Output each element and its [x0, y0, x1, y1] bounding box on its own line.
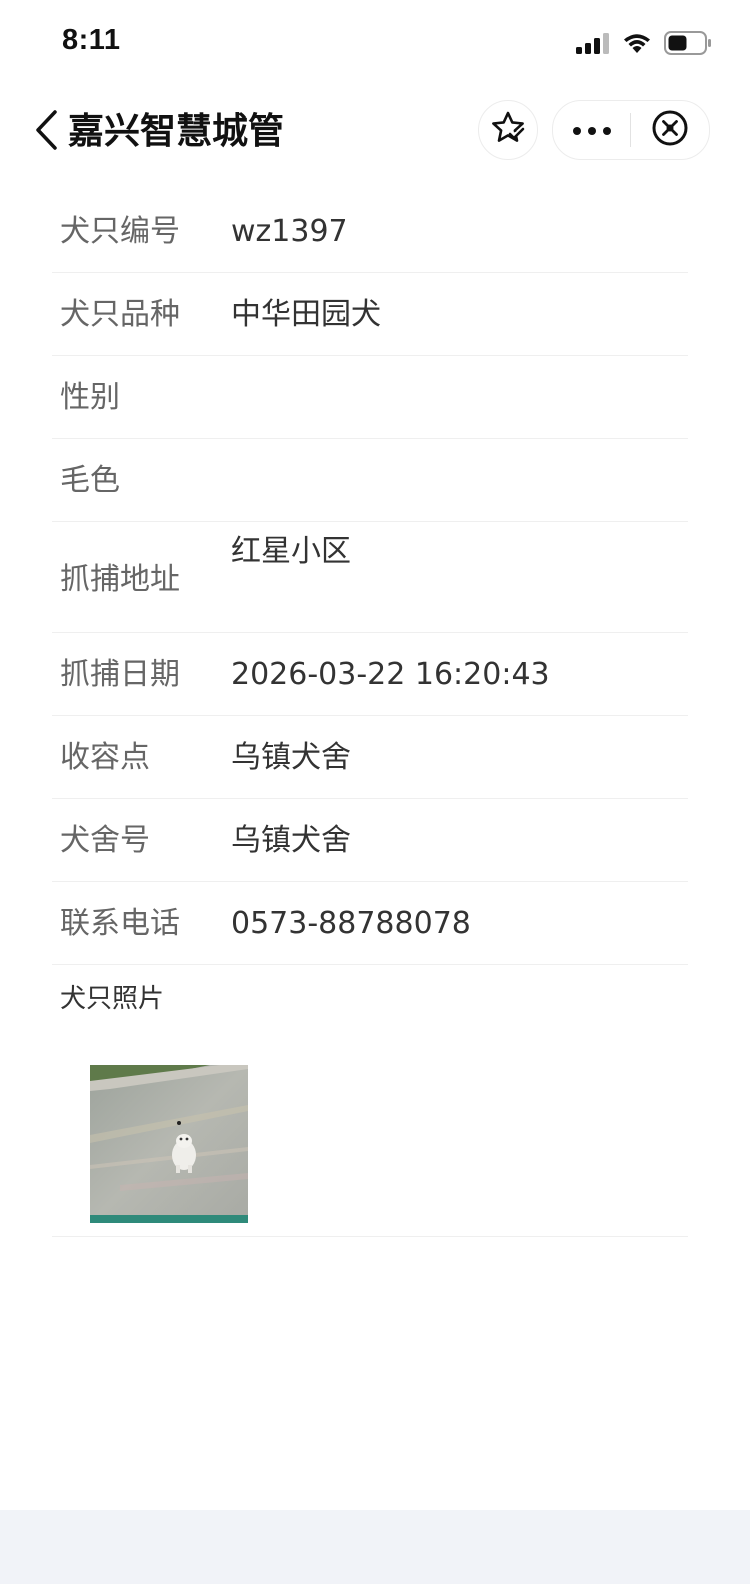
info-label: 犬只品种 — [60, 297, 180, 332]
info-row-kennel-no: 犬舍号 乌镇犬舍 — [52, 799, 688, 882]
mini-program-capsule — [552, 100, 710, 160]
more-button[interactable] — [553, 101, 630, 159]
photo-label: 犬只照片 — [60, 984, 165, 1014]
info-value: 红星小区 — [231, 534, 351, 569]
wifi-icon — [622, 32, 652, 58]
more-dots-icon — [572, 121, 612, 140]
info-label: 性别 — [60, 380, 120, 415]
info-row-shelter: 收容点 乌镇犬舍 — [52, 716, 688, 799]
chevron-left-icon — [33, 109, 59, 155]
favorite-button[interactable] — [478, 100, 538, 160]
info-value: 乌镇犬舍 — [231, 740, 351, 775]
back-button[interactable] — [28, 108, 64, 156]
info-label: 收容点 — [60, 740, 150, 775]
info-value[interactable]: 0573-88788078 — [231, 906, 471, 942]
info-row-capture-address: 抓捕地址 红星小区 — [52, 522, 688, 633]
dog-photo-section: 犬只照片 — [52, 965, 688, 1237]
info-row-capture-date: 抓捕日期 2026-03-22 16:20:43 — [52, 633, 688, 716]
info-label: 毛色 — [60, 463, 120, 498]
info-row-gender: 性别 — [52, 356, 688, 439]
info-row-phone: 联系电话 0573-88788078 — [52, 882, 688, 965]
nav-bar: 嘉兴智慧城管 — [0, 100, 750, 164]
status-bar: 8:11 — [0, 0, 750, 90]
star-icon — [490, 110, 526, 150]
info-row-breed: 犬只品种 中华田园犬 — [52, 273, 688, 356]
info-value: wz1397 — [231, 214, 348, 249]
info-label: 犬只编号 — [60, 214, 180, 249]
dog-info-list: 犬只编号 wz1397 犬只品种 中华田园犬 性别 毛色 抓捕地址 红星小区 抓… — [52, 190, 688, 1237]
page-title: 嘉兴智慧城管 — [68, 111, 285, 152]
info-label: 抓捕地址 — [60, 562, 180, 597]
battery-icon — [664, 31, 712, 59]
info-label: 抓捕日期 — [60, 657, 180, 692]
dog-photo-thumbnail[interactable] — [90, 1065, 248, 1223]
info-value: 2026-03-22 16:20:43 — [231, 657, 550, 692]
info-label: 联系电话 — [60, 906, 180, 941]
bottom-safe-area — [0, 1510, 750, 1584]
info-row-coat-color: 毛色 — [52, 439, 688, 522]
info-value: 乌镇犬舍 — [231, 823, 351, 858]
status-time: 8:11 — [62, 24, 121, 56]
status-icons — [576, 31, 712, 59]
cellular-signal-icon — [576, 32, 610, 58]
info-value: 中华田园犬 — [231, 297, 381, 332]
close-button[interactable] — [631, 101, 708, 159]
info-row-dog-id: 犬只编号 wz1397 — [52, 190, 688, 273]
info-label: 犬舍号 — [60, 823, 150, 858]
close-circle-icon — [651, 109, 689, 151]
